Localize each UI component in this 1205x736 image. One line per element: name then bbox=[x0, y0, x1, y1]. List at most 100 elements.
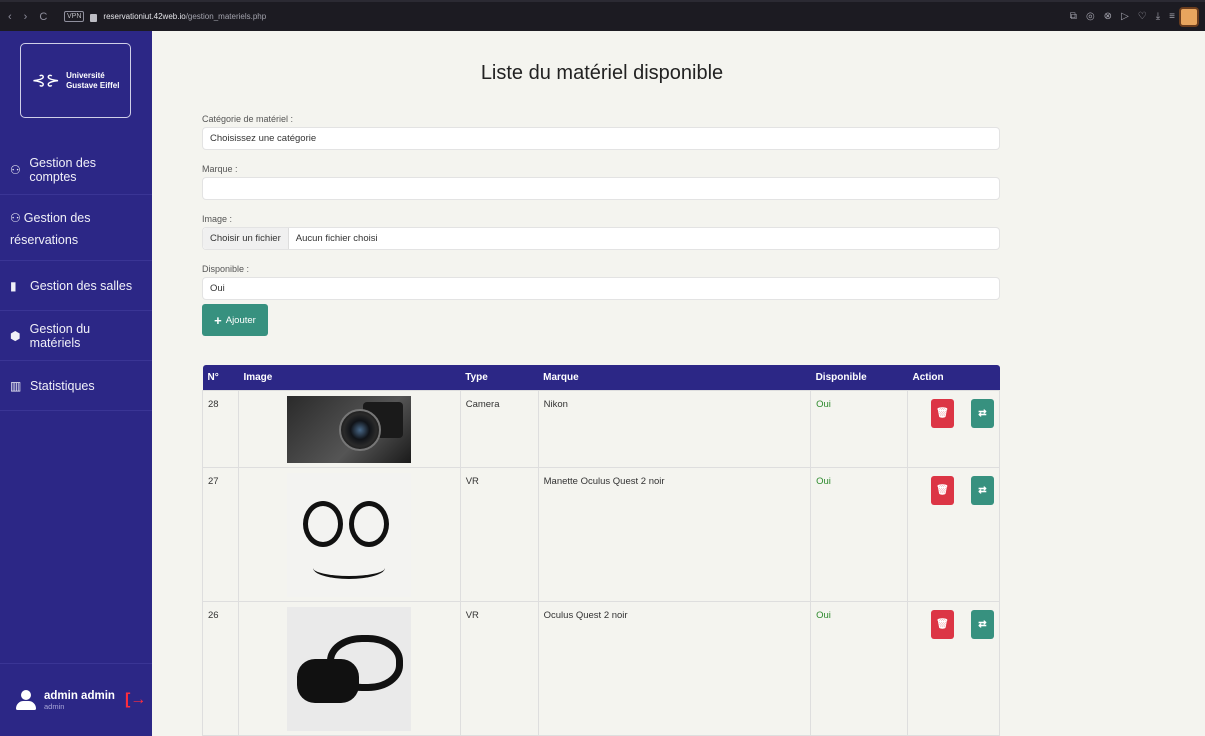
swap-arrows-icon: ⇄ bbox=[978, 407, 987, 419]
reader-icon[interactable]: ⧉ bbox=[1070, 11, 1077, 22]
choose-file-button[interactable]: Choisir un fichier bbox=[203, 228, 289, 249]
cell-available: Oui bbox=[810, 600, 908, 736]
delete-button[interactable]: 🗑 bbox=[930, 609, 954, 639]
user-panel: admin admin admin [→ bbox=[0, 663, 152, 736]
edit-button[interactable]: ⇄ bbox=[970, 398, 994, 428]
sidebar-item-label-line1: Gestion des bbox=[23, 211, 91, 225]
header-brand: Marque bbox=[538, 365, 811, 390]
cell-available: Oui bbox=[810, 466, 908, 602]
cell-brand: Oculus Quest 2 noir bbox=[537, 600, 812, 736]
available-label: Disponible : bbox=[202, 264, 250, 274]
users-gear-icon: ⚇ bbox=[10, 162, 21, 177]
logout-icon[interactable]: [→ bbox=[125, 691, 146, 709]
header-action: Action bbox=[907, 365, 1000, 390]
brand-input[interactable] bbox=[202, 177, 1000, 200]
cell-actions: 🗑 ⇄ bbox=[906, 600, 1001, 736]
sidebar-item-comptes[interactable]: ⚇ Gestion des comptes bbox=[0, 145, 152, 195]
sidebar-item-label: ⚇ Gestion des réservations bbox=[10, 207, 90, 251]
address-bar[interactable]: reservationiut.42web.io/gestion_materiel… bbox=[103, 12, 266, 21]
file-status: Aucun fichier choisi bbox=[295, 233, 378, 244]
sidebar: ⊰⊱ Université Gustave Eiffel ⚇ Gestion d… bbox=[0, 31, 152, 736]
brand-label: Marque : bbox=[202, 164, 238, 174]
browser-toolbar: ‹ › C VPN reservationiut.42web.io/gestio… bbox=[0, 0, 1205, 31]
back-icon[interactable]: ‹ bbox=[8, 11, 12, 23]
chart-icon: ▥ bbox=[10, 378, 22, 393]
swap-arrows-icon: ⇄ bbox=[978, 618, 987, 630]
forward-icon[interactable]: › bbox=[24, 11, 28, 23]
download-icon[interactable]: ⤓ bbox=[1156, 11, 1160, 22]
delete-button[interactable]: 🗑 bbox=[930, 398, 954, 428]
logo-text: Université Gustave Eiffel bbox=[66, 71, 119, 91]
sidebar-item-label: Gestion du matériels bbox=[29, 321, 91, 350]
cell-type: VR bbox=[459, 466, 539, 602]
add-button[interactable]: + Ajouter bbox=[202, 304, 268, 336]
image-file-input[interactable]: Choisir un fichier Aucun fichier choisi bbox=[202, 227, 1000, 250]
header-image: Image bbox=[238, 365, 461, 390]
logo-line-2: Gustave Eiffel bbox=[66, 80, 120, 90]
shield-icon[interactable]: ⊗ bbox=[1104, 11, 1112, 22]
cell-type: Camera bbox=[459, 389, 539, 468]
users-gear-icon: ⚇ bbox=[10, 211, 21, 225]
vr-headset-photo bbox=[287, 606, 412, 731]
sidebar-item-label: Statistiques bbox=[30, 378, 95, 393]
sidebar-nav: ⚇ Gestion des comptes ⚇ Gestion des réser… bbox=[0, 145, 152, 411]
delete-button[interactable]: 🗑 bbox=[930, 475, 954, 505]
reload-icon[interactable]: C bbox=[39, 11, 47, 23]
header-type: Type bbox=[460, 365, 539, 390]
trash-icon: 🗑 bbox=[936, 407, 949, 419]
cell-actions: 🗑 ⇄ bbox=[906, 466, 1001, 602]
menu-icon[interactable]: ≡ bbox=[1169, 11, 1175, 22]
lock-icon[interactable] bbox=[90, 13, 98, 22]
vpn-badge[interactable]: VPN bbox=[64, 11, 85, 22]
edit-button[interactable]: ⇄ bbox=[970, 609, 994, 639]
url-path: /gestion_materiels.php bbox=[185, 12, 267, 21]
image-label: Image : bbox=[202, 214, 233, 224]
edit-button[interactable]: ⇄ bbox=[970, 475, 994, 505]
available-select[interactable]: Oui bbox=[202, 277, 1000, 300]
category-select[interactable]: Choisissez une catégorie bbox=[202, 127, 1000, 150]
sidebar-item-label-line2: réservations bbox=[10, 233, 79, 247]
logo-line-1: Université bbox=[66, 70, 105, 80]
url-host: reservationiut.42web.io bbox=[103, 12, 186, 21]
plus-icon: + bbox=[214, 312, 222, 328]
screenshot-icon[interactable]: ◎ bbox=[1086, 11, 1095, 22]
cell-image bbox=[237, 466, 461, 602]
swap-arrows-icon: ⇄ bbox=[978, 484, 987, 496]
sidebar-item-label: Gestion des salles bbox=[30, 278, 133, 293]
pocket-icon[interactable]: ♡ bbox=[1138, 11, 1147, 22]
sidebar-item-salles[interactable]: ▮ Gestion des salles bbox=[0, 261, 152, 311]
page-title: Liste du matériel disponible bbox=[480, 62, 724, 84]
category-label: Catégorie de matériel : bbox=[202, 114, 294, 124]
sidebar-item-reservations[interactable]: ⚇ Gestion des réservations bbox=[0, 195, 152, 261]
add-material-form: Catégorie de matériel : Choisissez une c… bbox=[202, 114, 1000, 314]
user-role: admin bbox=[44, 701, 65, 711]
browser-nav: ‹ › C bbox=[0, 11, 64, 23]
cell-image bbox=[237, 600, 461, 736]
door-icon: ▮ bbox=[10, 278, 17, 293]
sidebar-item-materiels[interactable]: ⬢ Gestion du matériels bbox=[0, 311, 152, 361]
cell-image bbox=[237, 389, 461, 468]
cell-actions: 🗑 ⇄ bbox=[906, 389, 1001, 468]
controllers-photo bbox=[287, 472, 412, 597]
trash-icon: 🗑 bbox=[936, 618, 949, 630]
sidebar-item-label: Gestion des comptes bbox=[29, 155, 97, 184]
cell-id: 27 bbox=[202, 466, 239, 602]
table-row: 28 Camera Nikon Oui 🗑 ⇄ bbox=[202, 389, 1001, 468]
play-icon[interactable]: ▷ bbox=[1121, 11, 1129, 22]
table-row: 27 VR Manette Oculus Quest 2 noir Oui 🗑 … bbox=[202, 466, 1001, 602]
header-available: Disponible bbox=[810, 365, 908, 390]
box-icon: ⬢ bbox=[10, 328, 21, 343]
cell-brand: Nikon bbox=[537, 389, 812, 468]
table-row: 26 VR Oculus Quest 2 noir Oui 🗑 ⇄ bbox=[202, 600, 1001, 736]
user-name: admin admin bbox=[44, 689, 115, 702]
trash-icon: 🗑 bbox=[936, 484, 949, 496]
materials-table: N° Image Type Marque Disponible Action 2… bbox=[202, 365, 1001, 736]
table-header-row: N° Image Type Marque Disponible Action bbox=[202, 365, 1000, 390]
camera-photo bbox=[287, 395, 412, 463]
cell-available: Oui bbox=[810, 389, 908, 468]
university-logo[interactable]: ⊰⊱ Université Gustave Eiffel bbox=[20, 43, 131, 118]
cell-id: 26 bbox=[202, 600, 239, 736]
header-id: N° bbox=[202, 365, 239, 390]
profile-avatar-icon[interactable] bbox=[1179, 7, 1199, 27]
sidebar-item-statistiques[interactable]: ▥ Statistiques bbox=[0, 361, 152, 411]
